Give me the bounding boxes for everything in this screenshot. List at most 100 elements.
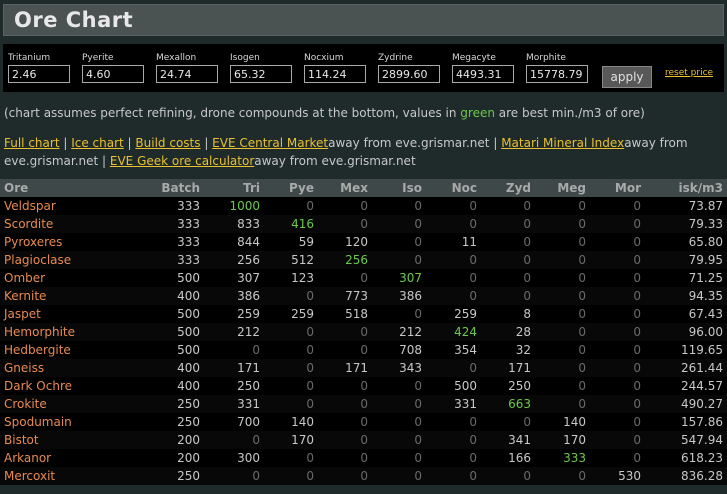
table-cell: 0 xyxy=(523,253,531,267)
price-label: Mexallon xyxy=(156,53,197,63)
table-cell: 0 xyxy=(469,415,477,429)
pyerite-price-input[interactable] xyxy=(82,65,144,83)
apply-button[interactable]: apply xyxy=(602,66,652,88)
price-label: Megacyte xyxy=(452,53,496,63)
mexallon-price-input[interactable] xyxy=(156,65,218,83)
table-cell: 343 xyxy=(399,361,422,375)
table-cell: Crokite xyxy=(4,397,47,411)
table-cell: 11 xyxy=(461,235,477,249)
table-cell: 0 xyxy=(469,469,477,483)
table-cell: 120 xyxy=(345,235,368,249)
table-cell: 73.87 xyxy=(688,199,723,213)
column-header: Mor xyxy=(614,181,641,195)
table-cell: 0 xyxy=(633,451,641,465)
table-cell: Kernite xyxy=(4,289,47,303)
ore-table: Ore Batch Tri Pye Mex Iso Noc Zyd Meg Mor isk/m3 V… xyxy=(0,179,727,485)
isogen-price-input[interactable] xyxy=(230,65,292,83)
table-cell: 259 xyxy=(454,307,477,321)
table-cell: 157.86 xyxy=(681,415,723,429)
table-cell: 212 xyxy=(399,325,422,339)
price-field-isogen: Isogen xyxy=(230,53,292,83)
table-cell: 79.33 xyxy=(688,217,723,231)
table-cell: 0 xyxy=(578,361,586,375)
chart-note: (chart assumes perfect refining, drone c… xyxy=(4,106,645,120)
morphite-price-input[interactable] xyxy=(526,65,588,83)
table-cell: 171 xyxy=(508,361,531,375)
build-costs-link[interactable]: Build costs xyxy=(135,136,200,150)
table-cell: 530 xyxy=(618,469,641,483)
table-cell: 618.23 xyxy=(681,451,723,465)
table-cell: 844 xyxy=(237,235,260,249)
column-header: Iso xyxy=(402,181,422,195)
table-cell: 171 xyxy=(345,361,368,375)
table-cell: 663 xyxy=(508,397,531,411)
table-cell: Omber xyxy=(4,271,46,285)
table-cell: 259 xyxy=(237,307,260,321)
table-cell: 400 xyxy=(177,361,200,375)
full-chart-link[interactable]: Full chart xyxy=(4,136,60,150)
table-cell: 0 xyxy=(578,217,586,231)
nocxium-price-input[interactable] xyxy=(304,65,366,83)
table-cell: Arkanor xyxy=(4,451,52,465)
table-cell: 0 xyxy=(578,289,586,303)
tritanium-price-input[interactable] xyxy=(8,65,70,83)
table-cell: 250 xyxy=(177,415,200,429)
table-cell: Gneiss xyxy=(4,361,45,375)
page-title: Ore Chart xyxy=(14,8,134,32)
table-cell: 0 xyxy=(578,271,586,285)
table-cell: 250 xyxy=(237,379,260,393)
table-cell: 0 xyxy=(306,469,314,483)
eve-geek-calculator-link[interactable]: EVE Geek ore calculator xyxy=(110,154,254,168)
table-cell: 0 xyxy=(469,451,477,465)
table-row: Hemorphite 500 212 0 0 212 424 28 0 0 96.00 xyxy=(0,323,727,341)
table-cell: 0 xyxy=(306,361,314,375)
table-cell: 0 xyxy=(633,397,641,411)
table-cell: 200 xyxy=(177,451,200,465)
table-cell: 307 xyxy=(399,271,422,285)
megacyte-price-input[interactable] xyxy=(452,65,514,83)
zydrine-price-input[interactable] xyxy=(378,65,440,83)
price-form: Tritanium Pyerite Mexallon Isogen Nocxiu… xyxy=(3,44,724,92)
table-cell: 0 xyxy=(360,433,368,447)
table-cell: 0 xyxy=(252,343,260,357)
table-cell: 0 xyxy=(414,451,422,465)
table-cell: 140 xyxy=(291,415,314,429)
price-label: Isogen xyxy=(230,53,260,63)
table-cell: 0 xyxy=(523,469,531,483)
table-cell: 8 xyxy=(523,307,531,321)
table-cell: 0 xyxy=(414,235,422,249)
table-cell: Bistot xyxy=(4,433,39,447)
table-cell: 0 xyxy=(414,253,422,267)
table-cell: 1000 xyxy=(229,199,260,213)
eve-central-link[interactable]: EVE Central Market xyxy=(212,136,328,150)
table-cell: Mercoxit xyxy=(4,469,56,483)
table-cell: 0 xyxy=(633,271,641,285)
table-cell: 0 xyxy=(523,199,531,213)
table-cell: 0 xyxy=(523,289,531,303)
table-cell: 333 xyxy=(177,235,200,249)
table-cell: 244.57 xyxy=(681,379,723,393)
table-cell: 0 xyxy=(414,217,422,231)
column-header: Meg xyxy=(557,181,586,195)
ice-chart-link[interactable]: Ice chart xyxy=(71,136,124,150)
table-cell: 0 xyxy=(578,469,586,483)
table-cell: 67.43 xyxy=(688,307,723,321)
reset-price-link[interactable]: reset price xyxy=(665,68,713,78)
table-cell: 94.35 xyxy=(688,289,723,303)
table-cell: 0 xyxy=(414,433,422,447)
table-cell: 170 xyxy=(291,433,314,447)
table-cell: 0 xyxy=(633,343,641,357)
table-cell: Jaspet xyxy=(4,307,41,321)
table-cell: 500 xyxy=(177,343,200,357)
table-cell: 0 xyxy=(578,379,586,393)
column-header: Pye xyxy=(289,181,314,195)
table-cell: 424 xyxy=(454,325,477,339)
table-cell: 333 xyxy=(177,217,200,231)
price-field-pyerite: Pyerite xyxy=(82,53,144,83)
table-cell: 836.28 xyxy=(681,469,723,483)
column-header: Ore xyxy=(4,181,29,195)
price-field-tritanium: Tritanium xyxy=(8,53,70,83)
away-text: away from eve.grismar.net xyxy=(328,136,490,150)
table-cell: 0 xyxy=(360,199,368,213)
matari-mineral-index-link[interactable]: Matari Mineral Index xyxy=(501,136,624,150)
